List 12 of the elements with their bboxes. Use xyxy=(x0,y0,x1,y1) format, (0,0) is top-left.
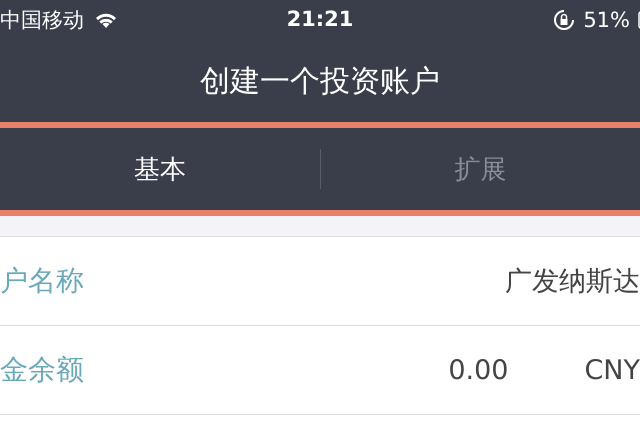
field-label: 金余额 xyxy=(0,352,84,388)
wifi-icon xyxy=(94,11,118,29)
battery-percent: 51% xyxy=(583,8,630,32)
field-label: 户名称 xyxy=(0,263,84,299)
tab[interactable]: 基本 xyxy=(0,142,320,196)
carrier-name: 中国移动 xyxy=(0,7,84,34)
currency-unit: CNY xyxy=(584,354,640,386)
field-value[interactable]: 0.00 xyxy=(448,354,508,386)
clock-time: 21:21 xyxy=(286,7,354,31)
rotation-lock-icon xyxy=(553,9,576,31)
field-value[interactable]: 广发纳斯达 xyxy=(505,263,640,299)
page-title: 创建一个投资账户 xyxy=(200,62,440,100)
